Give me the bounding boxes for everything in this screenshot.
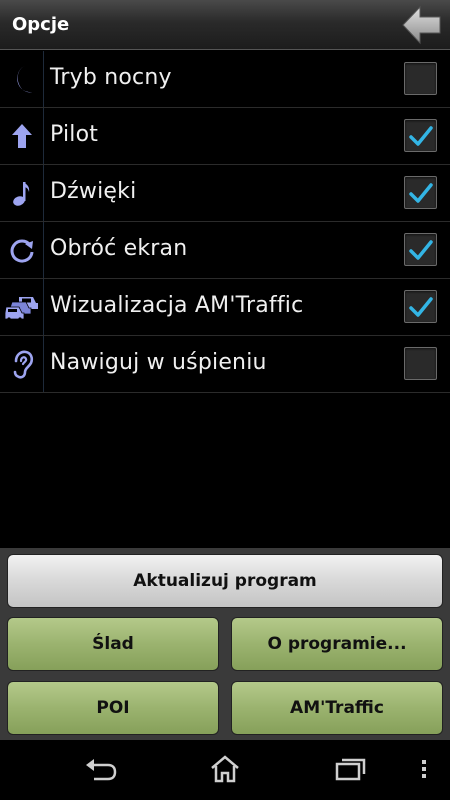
rotate-icon	[10, 239, 33, 263]
track-button[interactable]: Ślad	[7, 617, 219, 671]
sounds-checkbox[interactable]	[404, 176, 437, 209]
option-label: Pilot	[50, 122, 99, 147]
arrow-up-icon	[11, 124, 32, 148]
back-arrow-icon	[402, 5, 441, 45]
nav-back-icon[interactable]	[84, 754, 118, 784]
nav-home-icon[interactable]	[209, 754, 241, 784]
checkmark-icon	[409, 240, 433, 260]
rotate-screen-checkbox[interactable]	[404, 233, 437, 266]
system-navigation-bar	[0, 740, 450, 800]
moon-icon	[16, 66, 32, 93]
ear-icon	[13, 350, 33, 379]
option-label: Obróć ekran	[50, 236, 188, 261]
option-night-mode[interactable]: Tryb nocny	[0, 51, 450, 108]
title-bar: Opcje	[0, 0, 450, 50]
option-navigate-sleep[interactable]: Nawiguj w uśpieniu	[0, 336, 450, 393]
option-rotate-screen[interactable]: Obróć ekran	[0, 222, 450, 279]
night-mode-checkbox[interactable]	[404, 62, 437, 95]
poi-button[interactable]: POI	[7, 681, 219, 735]
amtraffic-visualization-checkbox[interactable]	[404, 290, 437, 323]
page-title: Opcje	[12, 14, 70, 35]
option-label: Dźwięki	[50, 179, 137, 204]
option-icon-cell	[0, 51, 44, 107]
music-note-icon	[12, 182, 29, 206]
option-label: Tryb nocny	[50, 65, 172, 90]
checkmark-icon	[409, 126, 433, 146]
checkmark-icon	[409, 183, 433, 203]
bottom-button-panel: Aktualizuj program Ślad O programie... P…	[0, 548, 450, 740]
amtraffic-button[interactable]: AM'Traffic	[231, 681, 443, 735]
option-icon-cell	[0, 108, 44, 164]
traffic-cars-icon	[4, 297, 38, 320]
navigate-sleep-checkbox[interactable]	[404, 347, 437, 380]
option-sounds[interactable]: Dźwięki	[0, 165, 450, 222]
option-pilot[interactable]: Pilot	[0, 108, 450, 165]
pilot-checkbox[interactable]	[404, 119, 437, 152]
nav-menu-icon[interactable]	[418, 754, 430, 784]
option-label: Wizualizacja AM'Traffic	[50, 293, 304, 318]
options-list: Tryb nocny Pilot Dźwięki Obróć ekran Wiz…	[0, 51, 450, 393]
back-button[interactable]	[400, 3, 444, 47]
option-icon-cell	[0, 279, 44, 335]
option-icon-cell	[0, 336, 44, 392]
option-icon-cell	[0, 165, 44, 221]
nav-recents-icon[interactable]	[333, 754, 367, 784]
checkmark-icon	[409, 297, 433, 317]
about-button[interactable]: O programie...	[231, 617, 443, 671]
option-label: Nawiguj w uśpieniu	[50, 350, 267, 375]
update-program-button[interactable]: Aktualizuj program	[7, 554, 443, 608]
option-icon-cell	[0, 222, 44, 278]
option-amtraffic-visualization[interactable]: Wizualizacja AM'Traffic	[0, 279, 450, 336]
